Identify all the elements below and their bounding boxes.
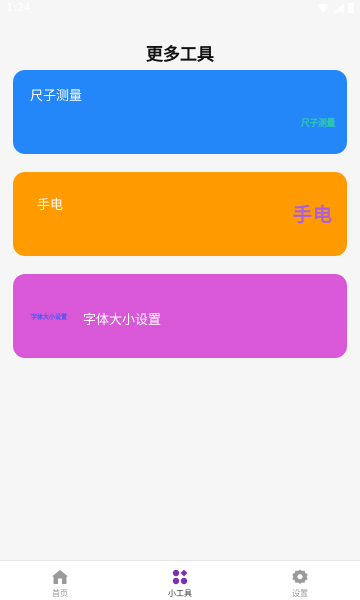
nav-home-label: 首页: [52, 589, 68, 598]
ruler-card-label: 尺子测量: [30, 89, 83, 104]
font-size-card[interactable]: 字体大小设置 字体大小设置: [13, 274, 347, 358]
screen: 1:24 更多工具 尺子测量 尺子测量 手电 手电 字体大小设置 字体大小设置 …: [0, 0, 360, 600]
nav-settings-label: 设置: [292, 589, 308, 598]
nav-tools[interactable]: 小工具: [120, 561, 240, 600]
bottom-nav: 首页 小工具 设置: [0, 560, 360, 600]
nav-home[interactable]: 首页: [0, 561, 120, 600]
signal-icon: [333, 3, 344, 13]
gear-icon: [292, 569, 308, 584]
status-time: 1:24: [6, 1, 31, 14]
status-icons: [318, 3, 354, 13]
ruler-card[interactable]: 尺子测量 尺子测量: [13, 70, 347, 154]
torch-badge: 手电: [292, 204, 333, 226]
tools-icon: [172, 569, 188, 585]
status-bar: 1:24: [0, 0, 360, 18]
font-size-badge: 字体大小设置: [31, 314, 68, 321]
torch-card-label: 手电: [37, 198, 64, 213]
nav-settings[interactable]: 设置: [240, 561, 360, 600]
page-title: 更多工具: [146, 45, 214, 65]
nav-tools-label: 小工具: [168, 589, 192, 598]
wifi-icon: [318, 3, 329, 13]
font-size-card-label: 字体大小设置: [83, 313, 162, 328]
battery-icon: [348, 3, 354, 13]
torch-card[interactable]: 手电 手电: [13, 172, 347, 256]
ruler-badge: 尺子测量: [300, 119, 336, 129]
home-icon: [52, 570, 68, 584]
